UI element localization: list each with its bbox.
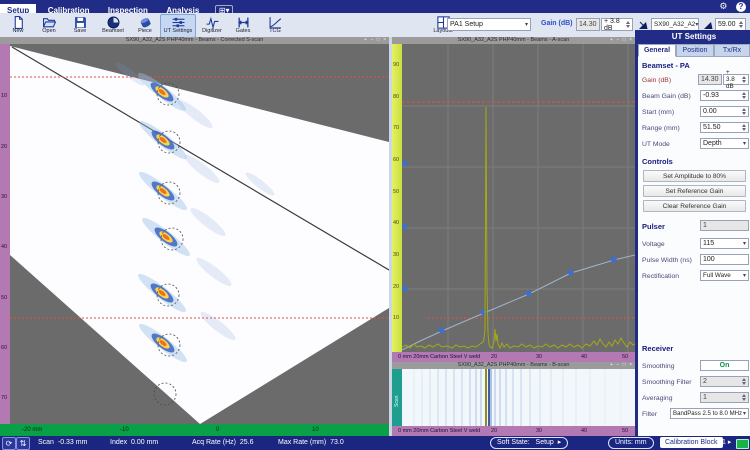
bscan-axis-bar: Scan <box>392 369 402 426</box>
sscan-depth-ruler: 10 20 30 40 50 60 70 <box>0 44 10 424</box>
device-status-icon[interactable] <box>736 439 749 449</box>
chevron-down-icon: ▾ <box>743 140 746 147</box>
sscan-scan-ruler: -20 mm -10 0 10 <box>0 424 389 436</box>
spinner-arrows-icon[interactable] <box>624 21 630 28</box>
pulse-width-field[interactable]: 100 <box>700 254 749 265</box>
clear-reference-gain-button[interactable]: Clear Reference Gain <box>643 200 746 212</box>
receiver-section-header: Receiver <box>642 344 673 353</box>
set-amplitude-button[interactable]: Set Amplitude to 80% <box>643 170 746 182</box>
sscan-title-bar: SX90_A32_A2S PHP40mm - Beams - Corrected… <box>0 37 389 44</box>
averaging-stepper[interactable]: 1 <box>700 392 749 403</box>
gates-button[interactable]: Gates <box>227 14 259 38</box>
beam-gain-field[interactable]: -0.93 <box>700 90 749 101</box>
ascan-bottom-ruler: 0 mm 20mm Carbon Steel V weld 20 30 40 5… <box>392 352 635 362</box>
digitizer-button[interactable]: Digitizer <box>196 14 228 38</box>
ascan-plot <box>402 44 635 352</box>
toolbar-gain-value: 14.30 <box>576 18 600 31</box>
chevron-down-icon: ▾ <box>695 21 698 28</box>
reset-icon[interactable]: ⟳ <box>2 437 16 450</box>
pulser-section-header: Pulser <box>642 222 665 231</box>
chevron-down-icon: ▾ <box>743 410 746 417</box>
range-field[interactable]: 51.50 <box>700 122 749 133</box>
tab-position[interactable]: Position <box>676 44 714 57</box>
ascan-title-bar: SX90_A32_A2S PHP40mm - Beams - A-scan + … <box>392 37 635 44</box>
chevron-down-icon: ▾ <box>743 240 746 247</box>
ascan-view[interactable] <box>402 44 635 352</box>
panel-control-icons[interactable]: + − □ × <box>364 37 387 44</box>
bscan-view[interactable] <box>402 369 635 426</box>
acq-rate: Acq Rate (Hz) 25.6 <box>192 436 253 450</box>
sscan-view[interactable] <box>10 44 389 424</box>
calibration-block-button[interactable]: Calibration Block <box>660 436 723 450</box>
set-reference-gain-button[interactable]: Set Reference Gain <box>643 185 746 197</box>
filter-dropdown[interactable]: BandPass 2.5 to 8.0 MHz▾ <box>670 408 749 419</box>
spinner-arrows-icon[interactable] <box>740 92 746 99</box>
chevron-down-icon: ▾ <box>525 21 528 28</box>
sscan-image <box>10 44 389 424</box>
spinner-arrows-icon[interactable] <box>740 124 746 131</box>
bscan-image <box>402 369 635 426</box>
new-button[interactable]: New <box>2 14 34 38</box>
bscan-title-bar: SX90_A32_A2S PHP40mm - Beams - B-scan + … <box>392 362 635 369</box>
ut-mode-dropdown[interactable]: Depth▾ <box>700 138 749 149</box>
soft-state: Soft State: Setup ▸ <box>490 436 568 450</box>
index-position: Index 0.00 mm <box>110 436 158 450</box>
toolbar-gain-offset-stepper[interactable]: + 3.8 dB <box>601 18 633 31</box>
gain-offset-stepper[interactable]: + 3.8 dB <box>723 74 749 85</box>
tab-txrx[interactable]: Tx/Rx <box>714 44 750 57</box>
gear-icon[interactable]: ⚙ <box>719 1 727 11</box>
panel-control-icons[interactable]: + − □ × <box>610 362 633 369</box>
spinner-arrows-icon[interactable] <box>740 108 746 115</box>
scan-position: Scan -0.33 mm <box>38 436 87 450</box>
open-button[interactable]: Open <box>33 14 65 38</box>
chevron-down-icon: ▾ <box>743 272 746 279</box>
spinner-arrows-icon[interactable] <box>740 76 746 83</box>
help-icon[interactable]: ? <box>736 2 746 12</box>
beamset-button[interactable]: Beamset <box>97 14 129 38</box>
beamset-section-header: Beamset - PA <box>642 61 690 70</box>
status-bar: ⟳ ⇅ Scan -0.33 mm Index 0.00 mm Acq Rate… <box>0 436 750 450</box>
bscan-bottom-ruler: 0 mm 20mm Carbon Steel V weld 20 30 40 5… <box>392 426 635 436</box>
tab-general[interactable]: General <box>638 44 676 57</box>
smoothing-filter-stepper[interactable]: 2 <box>700 376 749 387</box>
menu-bar: Setup Calibration Inspection Analysis ⊞▾… <box>0 0 750 13</box>
spinner-arrows-icon[interactable] <box>737 21 743 28</box>
panel-control-icons[interactable]: + − □ × <box>610 37 633 44</box>
start-field[interactable]: 0.00 <box>700 106 749 117</box>
max-rate: Max Rate (mm) 73.0 <box>278 436 344 450</box>
voltage-dropdown[interactable]: 115▾ <box>700 238 749 249</box>
toolbar-gain-label: Gain (dB) <box>541 20 573 27</box>
tcg-button[interactable]: TCG <box>259 14 291 38</box>
spinner-arrows-icon[interactable] <box>740 394 746 401</box>
counter-stepper[interactable]: 1 ▸ <box>722 436 731 450</box>
pulser-channel-field: 1 <box>700 220 749 231</box>
ut-settings-button[interactable]: UT Settings <box>160 14 196 38</box>
ut-settings-panel: UT Settings General Position Tx/Rx Beams… <box>635 30 750 436</box>
smoothing-toggle[interactable]: On <box>700 360 749 371</box>
controls-section-header: Controls <box>642 157 673 166</box>
piece-button[interactable]: Piece <box>129 14 161 38</box>
gain-value-field: 14.30 <box>698 74 722 85</box>
updown-icon[interactable]: ⇅ <box>16 437 30 450</box>
pa-setup-dropdown[interactable]: PA1 Setup▾ <box>447 18 531 31</box>
units: Units: mm <box>608 436 654 450</box>
ut-settings-header: UT Settings <box>638 30 750 44</box>
ascan-amplitude-ruler: 90 80 70 60 50 40 30 20 10 <box>392 44 402 352</box>
spinner-arrows-icon[interactable] <box>740 378 746 385</box>
rectification-dropdown[interactable]: Full Wave▾ <box>700 270 749 281</box>
save-button[interactable]: Save <box>64 14 96 38</box>
window-utility-icons: ⚙ ? <box>719 0 746 13</box>
